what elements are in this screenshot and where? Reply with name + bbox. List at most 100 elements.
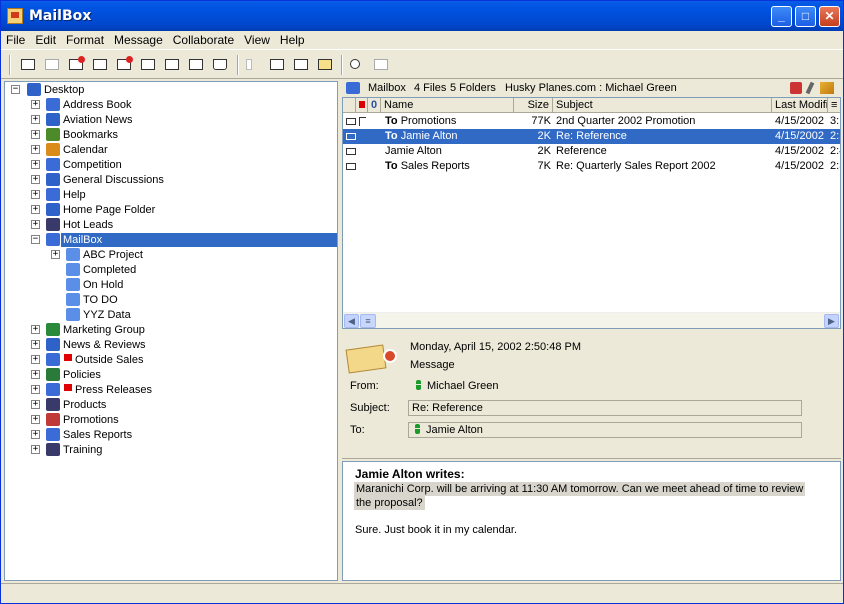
from-field[interactable]: Michael Green <box>416 380 499 392</box>
subject-field[interactable]: Re: Reference <box>408 400 802 416</box>
subject-column-header[interactable]: Subject <box>553 98 772 113</box>
scroll-right-icon[interactable]: ▶ <box>824 314 839 328</box>
flag-disabled-icon[interactable] <box>244 56 262 74</box>
expand-icon[interactable]: + <box>31 145 40 154</box>
message-body[interactable]: Jamie Alton writes: Maranichi Corp. will… <box>342 461 841 581</box>
tree-node-label: General Discussions <box>63 174 164 186</box>
right-pane: Mailbox 4 Files 5 Folders Husky Planes.c… <box>342 81 841 581</box>
column-chooser-icon[interactable]: ≡ <box>828 98 840 113</box>
expand-icon[interactable]: + <box>51 250 60 259</box>
message-row[interactable]: To Jamie Alton 2K Re: Reference 4/15/2002 2… <box>343 129 840 144</box>
to-field[interactable]: Jamie Alton <box>408 422 802 438</box>
close-button[interactable]: ✕ <box>819 6 840 27</box>
message-size: 2K <box>537 130 551 142</box>
message-name: Jamie Alton <box>385 144 513 159</box>
reply-disabled-icon[interactable] <box>43 56 61 74</box>
expand-icon[interactable]: + <box>31 220 40 229</box>
new-message-icon[interactable] <box>19 56 37 74</box>
collapse-icon[interactable]: − <box>11 85 20 94</box>
next-icon[interactable] <box>292 56 310 74</box>
expand-icon[interactable]: + <box>31 445 40 454</box>
scroll-left-icon[interactable]: ◀ <box>344 314 359 328</box>
tree-node-label: Promotions <box>63 414 119 426</box>
message-list[interactable]: 0 Name Size Subject Last Modifi ≡ To Pro… <box>342 97 841 329</box>
globe-icon <box>46 113 60 126</box>
send-icon[interactable] <box>139 56 157 74</box>
menu-format[interactable]: Format <box>61 31 109 47</box>
reply-all-icon[interactable] <box>91 56 109 74</box>
tree-node-label: Calendar <box>63 144 108 156</box>
minimize-button[interactable]: _ <box>771 6 792 27</box>
scroll-thumb[interactable]: ≡ <box>360 314 376 328</box>
message-type: Message <box>410 359 455 371</box>
folder-up-icon[interactable] <box>316 56 334 74</box>
print-icon[interactable] <box>187 56 205 74</box>
expand-icon[interactable]: + <box>31 430 40 439</box>
menu-message[interactable]: Message <box>109 31 168 47</box>
expand-icon[interactable]: + <box>31 415 40 424</box>
modified-column-header[interactable]: Last Modifi <box>772 98 828 113</box>
folder-icon <box>66 248 80 261</box>
expand-icon[interactable]: + <box>31 385 40 394</box>
tools-disabled-icon[interactable] <box>372 56 390 74</box>
message-row[interactable]: To Promotions 77K 2nd Quarter 2002 Promoti… <box>343 114 840 129</box>
address-book-icon <box>46 98 60 111</box>
folder-icon <box>46 218 60 231</box>
attachment-column-header[interactable]: 0 <box>368 98 381 113</box>
menu-file[interactable]: File <box>1 31 30 47</box>
from-value: Michael Green <box>427 380 499 392</box>
expand-icon[interactable]: + <box>31 130 40 139</box>
expand-icon[interactable]: + <box>31 370 40 379</box>
recipient-prefix: To <box>385 130 401 142</box>
expand-icon[interactable]: + <box>31 175 40 184</box>
tree-node-label: Marketing Group <box>63 324 145 336</box>
toolbar-grip <box>9 55 11 75</box>
collapse-icon[interactable]: − <box>31 235 40 244</box>
app-icon[interactable] <box>7 8 23 24</box>
expand-icon[interactable]: + <box>31 355 40 364</box>
search-icon[interactable] <box>348 56 366 74</box>
expand-icon[interactable]: + <box>31 160 40 169</box>
flag-column-header[interactable] <box>356 98 368 113</box>
menu-view[interactable]: View <box>239 31 275 47</box>
message-row[interactable]: To Sales Reports 7K Re: Quarterly Sales Re… <box>343 159 840 174</box>
toolbar <box>1 51 843 79</box>
flag-icon <box>64 354 72 361</box>
expand-icon[interactable]: + <box>31 115 40 124</box>
properties-icon[interactable] <box>163 56 181 74</box>
message-name-text: Promotions <box>400 115 457 127</box>
message-subject: 2nd Quarter 2002 Promotion <box>556 115 696 127</box>
tree-node-label: On Hold <box>83 279 124 291</box>
message-size: 2K <box>537 145 551 157</box>
previous-icon[interactable] <box>268 56 286 74</box>
brush-icon[interactable] <box>820 82 834 94</box>
expand-icon[interactable]: + <box>31 325 40 334</box>
menu-edit[interactable]: Edit <box>30 31 61 47</box>
message-row[interactable]: Jamie Alton 2K Reference 4/15/2002 2:4 <box>343 144 840 159</box>
folder-tree[interactable]: − Desktop + Address Book + Aviation News + Bo… <box>4 81 338 581</box>
maximize-button[interactable]: □ <box>795 6 816 27</box>
forward-icon[interactable] <box>115 56 133 74</box>
tree-node-label: Training <box>63 444 103 456</box>
pencil-icon[interactable] <box>805 81 815 95</box>
expand-icon[interactable]: + <box>31 400 40 409</box>
expand-icon[interactable]: + <box>31 205 40 214</box>
expand-icon[interactable]: + <box>31 100 40 109</box>
horizontal-scrollbar[interactable]: ◀ ≡ ▶ <box>343 312 840 328</box>
message-subject: Re: Quarterly Sales Report 2002 <box>556 160 716 172</box>
expand-icon[interactable]: + <box>31 190 40 199</box>
delete-icon[interactable] <box>211 56 229 74</box>
type-column-header[interactable] <box>343 98 356 113</box>
reply-icon[interactable] <box>67 56 85 74</box>
tree-node-label: Completed <box>83 264 137 276</box>
mailbox-icon <box>346 82 360 94</box>
mark-icon[interactable] <box>790 82 802 94</box>
location-text: Husky Planes.com : Michael Green <box>505 82 677 94</box>
menu-help[interactable]: Help <box>275 31 310 47</box>
expand-icon[interactable]: + <box>31 340 40 349</box>
size-column-header[interactable]: Size <box>514 98 553 113</box>
title-bar[interactable]: MailBox _ □ ✕ <box>1 1 843 31</box>
preview-pane: Monday, April 15, 2002 2:50:48 PM Messag… <box>342 333 841 581</box>
name-column-header[interactable]: Name <box>381 98 514 113</box>
menu-collaborate[interactable]: Collaborate <box>168 31 239 47</box>
